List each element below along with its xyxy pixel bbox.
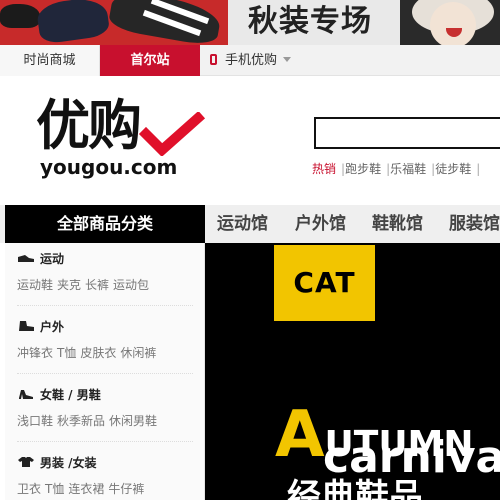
category-link[interactable]: 牛仔裤 — [108, 482, 144, 496]
category-link[interactable]: 长裤 — [85, 278, 109, 292]
sneaker-icon — [18, 255, 34, 262]
category-title: 女鞋 / 男鞋 — [40, 388, 101, 402]
category-title: 运动 — [40, 252, 65, 266]
boot-icon — [19, 321, 34, 331]
search-input[interactable] — [314, 117, 500, 149]
category-link[interactable]: 休闲裤 — [120, 346, 156, 360]
category-link[interactable]: 连衣裙 — [68, 482, 104, 496]
category-link[interactable]: 浅口鞋 — [17, 414, 53, 428]
hot-search-links: 热销 |跑步鞋 |乐福鞋 |徒步鞋 | — [312, 162, 481, 176]
category-title: 男装 /女装 — [40, 456, 97, 470]
category-link[interactable]: T恤 — [57, 346, 76, 360]
promo-banner[interactable]: 秋装专场 — [0, 0, 500, 45]
category-link[interactable]: 秋季新品 — [57, 414, 105, 428]
yougou-homepage: 秋装专场 时尚商城 首尔站 手机优购 优购 yougou.com 热销 |跑步鞋 |… — [0, 0, 500, 500]
hero-initial: A — [275, 398, 325, 472]
util-mobile-shopping[interactable]: 手机优购 — [200, 45, 306, 76]
promo-title: 秋装专场 — [248, 4, 372, 39]
logo-chinese: 优购 — [36, 94, 142, 157]
util-mobile-label: 手机优购 — [225, 53, 278, 68]
category-link[interactable]: 皮肤衣 — [80, 346, 116, 360]
hot-link[interactable]: 乐福鞋 — [390, 162, 426, 176]
nav-sports-hall[interactable]: 运动馆 — [217, 205, 268, 243]
divider — [17, 373, 193, 374]
promo-shoes-image — [0, 0, 228, 45]
all-categories-button[interactable]: 全部商品分类 — [5, 205, 205, 243]
divider — [17, 441, 193, 442]
utility-nav: 时尚商城 首尔站 手机优购 — [0, 45, 500, 76]
phone-icon — [210, 54, 217, 65]
category-outdoor[interactable]: 户外 冲锋衣 T恤 皮肤衣 休闲裤 — [17, 319, 202, 361]
category-apparel[interactable]: 男装 /女装 卫衣 T恤 连衣裙 牛仔裤 — [17, 455, 202, 497]
category-sidebar: 运动 运动鞋 夹克 长裤 运动包 户外 冲锋衣 T恤 皮肤衣 休闲裤 女鞋 / 男鞋 浅口鞋… — [5, 243, 205, 500]
cat-brand-logo: CAT — [274, 245, 375, 321]
main-nav: 全部商品分类 运动馆 户外馆 鞋靴馆 服装馆 — [0, 205, 500, 243]
promo-model-image — [400, 0, 500, 45]
category-link[interactable]: 运动鞋 — [17, 278, 53, 292]
category-title: 户外 — [40, 320, 65, 334]
hot-link[interactable]: 热销 — [312, 162, 336, 176]
category-link[interactable]: T恤 — [45, 482, 64, 496]
category-sports[interactable]: 运动 运动鞋 夹克 长裤 运动包 — [17, 251, 202, 293]
heel-icon — [19, 390, 33, 399]
divider — [17, 305, 193, 306]
util-seoul-station[interactable]: 首尔站 — [100, 45, 200, 76]
shirt-icon — [18, 457, 34, 467]
hot-link[interactable]: 徒步鞋 — [435, 162, 471, 176]
category-link[interactable]: 运动包 — [113, 278, 149, 292]
category-link[interactable]: 夹克 — [57, 278, 81, 292]
nav-clothing-hall[interactable]: 服装馆 — [449, 205, 500, 243]
category-shoes[interactable]: 女鞋 / 男鞋 浅口鞋 秋季新品 休闲男鞋 — [17, 387, 202, 429]
hero-subtitle: 经典鞋品 — [287, 477, 423, 500]
site-logo[interactable]: 优购 yougou.com — [36, 94, 206, 186]
nav-outdoor-hall[interactable]: 户外馆 — [295, 205, 346, 243]
hero-banner[interactable]: CAT AUTUMN carniva 经典鞋品 — [205, 243, 500, 500]
chevron-down-icon — [283, 57, 292, 62]
category-link[interactable]: 卫衣 — [17, 482, 41, 496]
category-link[interactable]: 冲锋衣 — [17, 346, 53, 360]
hero-headline-carnival: carniva — [323, 432, 500, 483]
nav-shoes-hall[interactable]: 鞋靴馆 — [372, 205, 423, 243]
checkmark-icon — [138, 112, 206, 156]
cat-brand-text: CAT — [293, 266, 356, 299]
hot-link[interactable]: 跑步鞋 — [345, 162, 381, 176]
category-link[interactable]: 休闲男鞋 — [109, 414, 157, 428]
logo-english: yougou.com — [40, 155, 178, 179]
util-fashion-mall[interactable]: 时尚商城 — [0, 45, 100, 76]
